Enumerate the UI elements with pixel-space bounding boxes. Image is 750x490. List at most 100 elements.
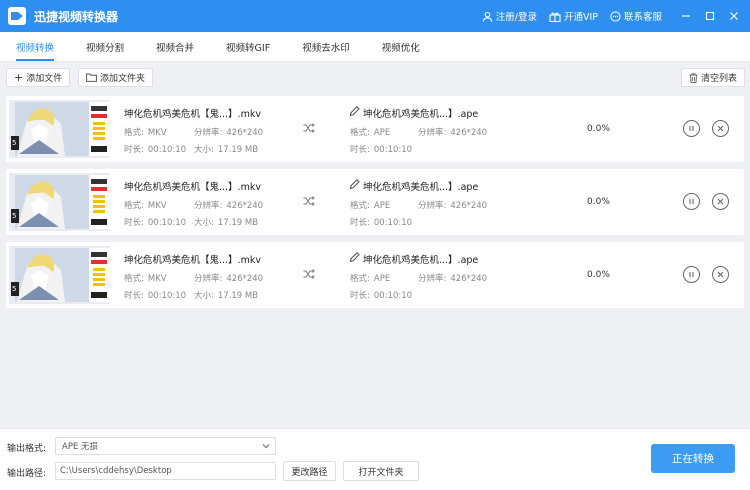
source-resolution-value: 426*240 <box>226 274 264 284</box>
add-folder-label: 添加文件夹 <box>100 74 146 84</box>
maximize-icon <box>705 11 715 21</box>
source-format: 格式: MKV <box>124 126 167 138</box>
output-resolution-value: 426*240 <box>450 201 488 211</box>
remove-icon <box>717 198 724 205</box>
pencil-icon[interactable] <box>350 252 360 263</box>
support-link[interactable]: 联系客服 <box>610 9 662 23</box>
close-icon <box>730 12 738 20</box>
file-row[interactable]: 5 坤化危机鸡美危机【鬼...】.mkv 格式: MKV 分辨率: 426*240 … <box>6 169 744 235</box>
output-file-name: 坤化危机鸡美危机...】.ape <box>363 182 479 193</box>
tab-video-split[interactable]: 视频分割 <box>70 32 140 61</box>
progress-text: 0.0% <box>587 124 610 134</box>
output-duration-value: 00:10:10 <box>373 218 413 228</box>
tab-remove-watermark[interactable]: 视频去水印 <box>286 32 366 61</box>
remove-button[interactable] <box>712 120 729 137</box>
login-link[interactable]: 注册/登录 <box>482 9 537 23</box>
close-button[interactable] <box>722 0 746 32</box>
output-file-name: 坤化危机鸡美危机...】.ape <box>363 255 479 266</box>
format-label: 格式: <box>350 128 370 138</box>
pause-button[interactable] <box>683 193 700 210</box>
output-duration: 时长: 00:10:10 <box>350 143 412 155</box>
svg-text:5: 5 <box>12 285 16 293</box>
plus-icon: + <box>14 71 24 84</box>
source-format: 格式: MKV <box>124 199 167 211</box>
source-format-value: MKV <box>147 274 167 284</box>
format-label: 格式: <box>350 274 370 284</box>
progress-text: 0.0% <box>587 197 610 207</box>
format-label: 格式: <box>124 201 144 211</box>
format-label: 格式: <box>350 201 370 211</box>
output-duration-value: 00:10:10 <box>373 145 413 155</box>
source-resolution: 分辨率: 426*240 <box>194 199 263 211</box>
source-size: 大小: 17.19 MB <box>194 143 258 155</box>
duration-label: 时长: <box>124 145 144 155</box>
tab-video-convert[interactable]: 视频转换 <box>0 32 70 61</box>
source-duration: 时长: 00:10:10 <box>124 143 186 155</box>
vip-label: 开通VIP <box>563 12 598 23</box>
source-resolution: 分辨率: 426*240 <box>194 272 263 284</box>
output-format: 格式: APE <box>350 199 390 211</box>
resolution-label: 分辨率: <box>418 201 447 211</box>
resolution-label: 分辨率: <box>418 274 447 284</box>
format-label: 格式: <box>124 274 144 284</box>
output-format-select[interactable]: APE 无损 <box>55 437 276 455</box>
resolution-label: 分辨率: <box>194 128 223 138</box>
source-format-value: MKV <box>147 201 167 211</box>
minimize-button[interactable] <box>674 0 698 32</box>
open-folder-button[interactable]: 打开文件夹 <box>343 461 419 481</box>
size-label: 大小: <box>194 218 214 228</box>
pencil-icon[interactable] <box>350 179 360 190</box>
source-file-name: 坤化危机鸡美危机【鬼...】.mkv <box>124 109 261 120</box>
logo-icon <box>8 7 26 25</box>
progress-text: 0.0% <box>587 270 610 280</box>
tab-video-to-gif[interactable]: 视频转GIF <box>210 32 286 61</box>
output-format-value: APE <box>373 201 391 211</box>
add-file-button[interactable]: + 添加文件 <box>6 68 71 87</box>
pause-button[interactable] <box>683 266 700 283</box>
tab-video-merge[interactable]: 视频合并 <box>140 32 210 61</box>
add-folder-button[interactable]: 添加文件夹 <box>78 68 154 87</box>
shuffle-icon <box>303 269 315 279</box>
source-duration-value: 00:10:10 <box>147 218 187 228</box>
user-icon <box>482 11 492 22</box>
output-path-field[interactable]: C:\Users\cddehsy\Desktop <box>55 462 276 480</box>
source-size-value: 17.19 MB <box>217 291 259 301</box>
resolution-label: 分辨率: <box>194 274 223 284</box>
video-thumbnail: 5 <box>9 100 110 158</box>
pause-button[interactable] <box>683 120 700 137</box>
file-row[interactable]: 5 坤化危机鸡美危机【鬼...】.mkv 格式: MKV 分辨率: 426*240 … <box>6 242 744 308</box>
output-duration-value: 00:10:10 <box>373 291 413 301</box>
change-path-button[interactable]: 更改路径 <box>283 461 336 481</box>
output-format-value: APE <box>373 128 391 138</box>
vip-link[interactable]: 开通VIP <box>549 9 598 23</box>
title-bar: 迅捷视频转换器 注册/登录 开通VIP 联系客服 <box>0 0 750 32</box>
file-row[interactable]: 5 坤化危机鸡美危机【鬼...】.mkv 格式: MKV 分辨率: 426*240 … <box>6 96 744 162</box>
maximize-button[interactable] <box>698 0 722 32</box>
source-size: 大小: 17.19 MB <box>194 216 258 228</box>
clear-list-button[interactable]: 清空列表 <box>681 68 746 87</box>
tab-video-optimize[interactable]: 视频优化 <box>366 32 436 61</box>
source-resolution-value: 426*240 <box>226 201 264 211</box>
add-file-label: 添加文件 <box>26 74 63 84</box>
duration-label: 时长: <box>350 291 370 301</box>
output-resolution: 分辨率: 426*240 <box>418 199 487 211</box>
app-title: 迅捷视频转换器 <box>34 9 119 24</box>
output-format-label: 输出格式: <box>7 444 47 454</box>
duration-label: 时长: <box>350 145 370 155</box>
chat-icon <box>610 10 621 22</box>
output-duration: 时长: 00:10:10 <box>350 289 412 301</box>
video-thumbnail: 5 <box>9 173 110 231</box>
shuffle-icon <box>303 123 315 133</box>
resolution-label: 分辨率: <box>194 201 223 211</box>
minimize-icon <box>682 15 690 17</box>
size-label: 大小: <box>194 291 214 301</box>
remove-button[interactable] <box>712 266 729 283</box>
output-file-name: 坤化危机鸡美危机...】.ape <box>363 109 479 120</box>
size-label: 大小: <box>194 145 214 155</box>
source-duration-value: 00:10:10 <box>147 145 187 155</box>
convert-button[interactable]: 正在转换 <box>651 444 735 473</box>
remove-button[interactable] <box>712 193 729 210</box>
pencil-icon[interactable] <box>350 106 360 117</box>
output-format: 格式: APE <box>350 126 390 138</box>
source-format: 格式: MKV <box>124 272 167 284</box>
